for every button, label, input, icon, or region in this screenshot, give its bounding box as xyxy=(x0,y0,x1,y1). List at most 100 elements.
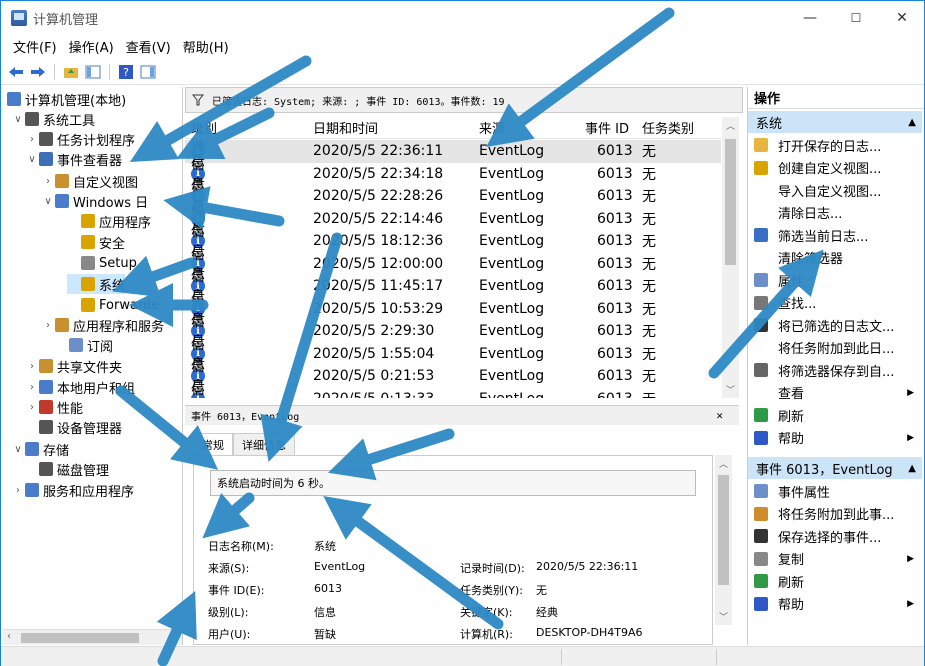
table-row[interactable]: i 信息 2020/5/5 12:00:00 EventLog 6013 无 xyxy=(185,247,721,283)
tree-item[interactable]: › 服务和应用程序 xyxy=(11,480,134,500)
action-item[interactable]: 刷新 xyxy=(748,570,922,593)
column-source[interactable]: 来源 xyxy=(479,118,505,137)
table-row[interactable]: i信息2020/5/5 0:13:33EventLog6013无 xyxy=(185,382,721,398)
expander-icon[interactable]: › xyxy=(11,485,25,496)
table-row[interactable]: i 信息 2020/5/5 22:28:26 EventLog 6013 无 xyxy=(185,179,721,215)
scrollbar-thumb[interactable] xyxy=(718,475,729,585)
table-row[interactable]: i 信息 2020/5/5 22:14:46 EventLog 6013 无 xyxy=(185,202,721,238)
expander-icon[interactable]: › xyxy=(25,134,39,145)
action-item[interactable]: 帮助 ▶ xyxy=(748,427,922,450)
scroll-down-icon[interactable]: ﹀ xyxy=(726,383,735,396)
expander-icon[interactable]: › xyxy=(25,382,39,393)
action-item[interactable]: 帮助 ▶ xyxy=(748,593,922,616)
expander-icon[interactable]: ∨ xyxy=(11,444,25,455)
action-item[interactable]: 将任务附加到此事... xyxy=(748,503,922,526)
column-datetime[interactable]: 日期和时间 xyxy=(313,118,378,137)
tree-item[interactable]: › 自定义视图 xyxy=(41,171,138,191)
tree-item[interactable]: 应用程序 xyxy=(67,211,151,231)
action-item[interactable]: 复制 ▶ xyxy=(748,548,922,571)
scroll-down-icon[interactable]: ﹀ xyxy=(719,610,728,623)
menu-file[interactable]: 文件(F) xyxy=(7,37,63,56)
table-row[interactable]: i 信息 2020/5/5 10:53:29 EventLog 6013 无 xyxy=(185,292,721,328)
close-button[interactable]: ✕ xyxy=(880,1,924,35)
show-action-pane-button[interactable] xyxy=(139,63,157,81)
back-button[interactable] xyxy=(7,63,25,81)
action-item[interactable]: 将任务附加到此日... xyxy=(748,337,922,360)
action-item[interactable]: 清除日志... xyxy=(748,202,922,225)
tree-item[interactable]: ∨ 事件查看器 xyxy=(25,149,122,169)
menu-view[interactable]: 查看(V) xyxy=(120,37,177,56)
action-item[interactable]: 刷新 xyxy=(748,404,922,427)
column-task-category[interactable]: 任务类别 xyxy=(642,118,694,137)
action-item[interactable]: 查看 ▶ xyxy=(748,382,922,405)
expander-icon[interactable]: ∨ xyxy=(25,154,39,165)
actions-section-event[interactable]: 事件 6013，EventLog ▲ xyxy=(748,457,922,479)
show-hide-tree-button[interactable] xyxy=(84,63,102,81)
menu-action[interactable]: 操作(A) xyxy=(63,37,120,56)
table-row[interactable]: i 信息 2020/5/5 0:21:53 EventLog 6013 无 xyxy=(185,359,721,395)
expander-icon[interactable]: › xyxy=(41,320,55,331)
minimize-button[interactable]: — xyxy=(788,1,832,35)
column-level[interactable]: 级别 xyxy=(191,118,217,137)
action-item[interactable]: 保存选择的事件... xyxy=(748,525,922,548)
action-item[interactable]: 清除筛选器 xyxy=(748,247,922,270)
detail-scrollbar[interactable]: ︿ ﹀ xyxy=(715,455,732,625)
tree-item[interactable]: 安全 xyxy=(67,232,125,252)
maximize-button[interactable]: ☐ xyxy=(834,1,878,35)
up-folder-button[interactable] xyxy=(62,63,80,81)
menu-help[interactable]: 帮助(H) xyxy=(177,37,235,56)
tree-item[interactable]: 系统 xyxy=(67,274,126,294)
tree-horizontal-scrollbar[interactable]: ‹ xyxy=(3,629,182,645)
scrollbar-thumb[interactable] xyxy=(21,633,139,643)
scroll-left-icon[interactable]: ‹ xyxy=(7,631,11,642)
tree-item[interactable]: 磁盘管理 xyxy=(25,459,109,479)
close-detail-icon[interactable]: ✕ xyxy=(716,409,723,422)
action-item[interactable]: 事件属性 xyxy=(748,480,922,503)
tree-item[interactable]: 订阅 xyxy=(55,335,113,355)
tree-item[interactable]: › 共享文件夹 xyxy=(25,356,122,376)
action-item[interactable]: 导入自定义视图... xyxy=(748,179,922,202)
tree-item[interactable]: ∨ 系统工具 xyxy=(11,109,95,129)
action-item[interactable]: 筛选当前日志... xyxy=(748,224,922,247)
tree-item[interactable]: › 应用程序和服务 xyxy=(41,315,164,335)
table-row[interactable]: i 信息 2020/5/5 22:36:11 EventLog 6013 无 xyxy=(185,140,721,170)
tree-item[interactable]: › 本地用户和组 xyxy=(25,377,135,397)
computer-management-icon xyxy=(11,10,27,26)
tab-general[interactable]: 常规 xyxy=(193,433,233,455)
action-item[interactable]: 属性 xyxy=(748,269,922,292)
scrollbar-thumb[interactable] xyxy=(725,139,736,265)
table-row[interactable]: i 信息 2020/5/5 11:45:17 EventLog 6013 无 xyxy=(185,269,721,305)
tree-item[interactable]: › 任务计划程序 xyxy=(25,129,135,149)
scroll-up-icon[interactable]: ︿ xyxy=(719,457,728,470)
tree-item[interactable]: Setup xyxy=(67,253,137,273)
tree-item[interactable]: › 性能 xyxy=(25,397,83,417)
column-event-id[interactable]: 事件 ID xyxy=(585,118,629,137)
expander-icon[interactable]: ∨ xyxy=(11,114,25,125)
action-item[interactable]: 将筛选器保存到自... xyxy=(748,359,922,382)
forward-button[interactable] xyxy=(29,63,47,81)
expander-icon[interactable]: › xyxy=(25,361,39,372)
tree-item[interactable]: 设备管理器 xyxy=(25,417,122,437)
table-row[interactable]: i 信息 2020/5/5 2:29:30 EventLog 6013 无 xyxy=(185,314,721,350)
field-value: DESKTOP-DH4T9A6 xyxy=(536,626,643,639)
scroll-up-icon[interactable]: ︿ xyxy=(726,119,735,132)
help-toolbar-button[interactable]: ? xyxy=(117,63,135,81)
event-list-scrollbar[interactable]: ︿ ﹀ xyxy=(722,117,739,398)
action-item[interactable]: 打开保存的日志... xyxy=(748,134,922,157)
expander-icon[interactable]: ∨ xyxy=(41,196,55,207)
expander-icon[interactable]: › xyxy=(25,402,39,413)
action-item[interactable]: 查找... xyxy=(748,292,922,315)
tree-item[interactable]: Forwarde xyxy=(67,295,159,315)
tree-item-label: 存储 xyxy=(43,443,70,459)
tree-item[interactable]: ∨ Windows 日 xyxy=(41,191,148,211)
tree-item[interactable]: ∨ 存储 xyxy=(11,439,69,459)
expander-icon[interactable]: › xyxy=(41,176,55,187)
actions-section-system[interactable]: 系统 ▲ xyxy=(748,111,922,133)
tree-root[interactable]: 计算机管理(本地) xyxy=(7,89,126,109)
action-item[interactable]: 创建自定义视图... xyxy=(748,157,922,180)
table-row[interactable]: i 信息 2020/5/5 22:34:18 EventLog 6013 无 xyxy=(185,157,721,193)
table-row[interactable]: i 信息 2020/5/5 18:12:36 EventLog 6013 无 xyxy=(185,224,721,260)
tab-details[interactable]: 详细信息 xyxy=(233,433,295,455)
table-row[interactable]: i 信息 2020/5/5 1:55:04 EventLog 6013 无 xyxy=(185,337,721,373)
action-item[interactable]: 将已筛选的日志文... xyxy=(748,314,922,337)
